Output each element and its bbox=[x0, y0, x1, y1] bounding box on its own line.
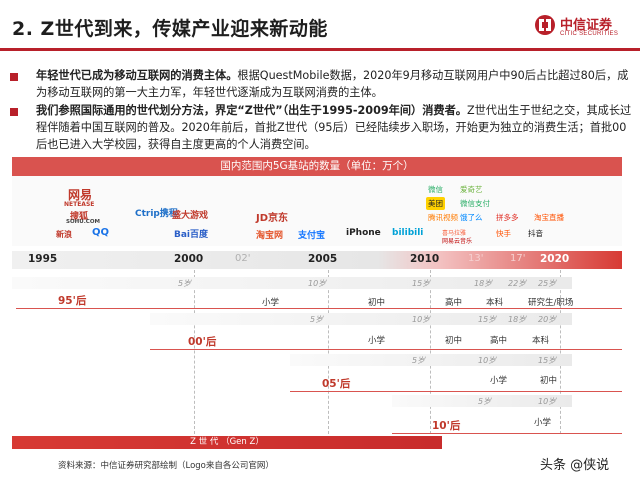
stage-label: 高中 bbox=[445, 298, 463, 308]
cohort-line-10 bbox=[392, 433, 622, 434]
cohort-line-95 bbox=[16, 308, 622, 309]
stage-label: 小学 bbox=[262, 298, 280, 308]
stage-label: 小学 bbox=[534, 418, 552, 428]
alipay-logo: 支付宝 bbox=[298, 231, 326, 241]
page-title: 2. Z世代到来，传媒产业迎来新动能 bbox=[12, 18, 328, 40]
age-label: 5岁 bbox=[178, 279, 192, 288]
chart-title: 国内范围内5G基站的数量（单位：万个） bbox=[12, 157, 622, 176]
paragraph-2-lead: 我们参照国际通用的世代划分方法，界定“Z世代”（出生于1995-2009年间）消… bbox=[36, 104, 467, 117]
netease-music-logo: 网易云音乐 bbox=[442, 238, 473, 245]
year-label-02: 02' bbox=[235, 253, 251, 264]
age-label: 18岁 bbox=[508, 315, 527, 324]
guide-line bbox=[194, 270, 195, 434]
guide-line bbox=[328, 270, 329, 434]
paragraph-1-lead: 年轻世代已成为移动互联网的消费主体。 bbox=[36, 69, 238, 82]
age-label: 20岁 bbox=[538, 315, 557, 324]
stage-label: 本科 bbox=[532, 336, 550, 346]
age-label: 5岁 bbox=[310, 315, 324, 324]
iphone-logo: iPhone bbox=[346, 228, 381, 238]
sohu-logo-en: SOHU.COM bbox=[66, 219, 100, 225]
guide-line bbox=[560, 270, 561, 434]
baidu-logo: Bai百度 bbox=[174, 230, 209, 240]
bullet-square-icon bbox=[10, 108, 18, 116]
stage-label: 本科 bbox=[486, 298, 504, 308]
sina-logo: 新浪 bbox=[56, 230, 72, 239]
stage-label: 初中 bbox=[540, 376, 558, 386]
paragraph-2: 我们参照国际通用的世代划分方法，界定“Z世代”（出生于1995-2009年间）消… bbox=[36, 102, 632, 153]
year-label-2005: 2005 bbox=[308, 253, 338, 265]
taobao-live-logo: 淘宝直播 bbox=[534, 213, 564, 222]
tencent-video-logo: 腾讯视频 bbox=[428, 213, 458, 222]
age-label: 18岁 bbox=[474, 279, 493, 288]
shanda-games-logo: 盛大游戏 bbox=[172, 211, 209, 221]
age-label: 15岁 bbox=[538, 356, 557, 365]
watermark: 头条 @侠说 bbox=[540, 458, 610, 473]
qq-logo: QQ bbox=[92, 227, 110, 238]
cohort-label-10: 10'后 bbox=[432, 420, 461, 432]
age-label: 15岁 bbox=[478, 315, 497, 324]
stage-label: 研究生/职场 bbox=[528, 298, 574, 308]
stage-label: 初中 bbox=[368, 298, 386, 308]
bullet-square-icon bbox=[10, 73, 18, 81]
cohort-line-00 bbox=[150, 349, 622, 350]
eleme-logo: 饿了么 bbox=[460, 213, 483, 222]
citic-logo-icon bbox=[535, 15, 555, 35]
age-label: 5岁 bbox=[412, 356, 426, 365]
taobao-logo: 淘宝网 bbox=[256, 231, 284, 241]
cohort-label-00: 00'后 bbox=[188, 336, 217, 348]
cohort-label-95: 95'后 bbox=[58, 295, 87, 307]
stage-label: 初中 bbox=[445, 336, 463, 346]
year-label-2020: 2020 bbox=[540, 253, 570, 265]
source-note: 资料来源：中信证券研究部绘制（Logo来自各公司官网） bbox=[58, 461, 274, 471]
year-label-13: 13' bbox=[468, 253, 484, 264]
pinduoduo-logo: 拼多多 bbox=[496, 213, 519, 222]
age-label: 5岁 bbox=[478, 397, 492, 406]
cohort-line-05 bbox=[290, 391, 622, 392]
age-label: 10岁 bbox=[478, 356, 497, 365]
paragraph-1: 年轻世代已成为移动互联网的消费主体。根据QuestMobile数据，2020年9… bbox=[36, 67, 632, 101]
bilibili-logo: bilibili bbox=[392, 228, 424, 238]
age-label: 22岁 bbox=[508, 279, 527, 288]
year-label-1995: 1995 bbox=[28, 253, 58, 265]
logo-text-en: CITIC SECURITIES bbox=[560, 31, 619, 37]
age-band-05 bbox=[290, 354, 572, 366]
year-label-2000: 2000 bbox=[174, 253, 204, 265]
netease-logo-en: NETEASE bbox=[64, 201, 95, 208]
stage-label: 小学 bbox=[368, 336, 386, 346]
cohort-label-05: 05'后 bbox=[322, 378, 351, 390]
age-label: 15岁 bbox=[412, 279, 431, 288]
header-divider bbox=[0, 48, 640, 51]
year-label-17: 17' bbox=[510, 253, 526, 264]
stage-label: 高中 bbox=[490, 336, 508, 346]
age-label: 25岁 bbox=[538, 279, 557, 288]
guide-line bbox=[430, 270, 431, 434]
year-label-2010: 2010 bbox=[410, 253, 440, 265]
age-label: 10岁 bbox=[308, 279, 327, 288]
age-label: 10岁 bbox=[538, 397, 557, 406]
stage-label: 小学 bbox=[490, 376, 508, 386]
jd-logo: JD京东 bbox=[256, 213, 289, 224]
douyin-logo: 抖音 bbox=[528, 229, 543, 238]
iqiyi-logo: 爱奇艺 bbox=[460, 185, 483, 194]
meituan-logo: 美团 bbox=[426, 197, 445, 210]
wechat-pay-logo: 微信支付 bbox=[460, 199, 490, 208]
kuaishou-logo: 快手 bbox=[496, 229, 511, 238]
age-label: 10岁 bbox=[412, 315, 431, 324]
genz-span-bar: Z 世 代 （Gen Z） bbox=[12, 436, 442, 449]
wechat-logo: 微信 bbox=[428, 185, 443, 194]
